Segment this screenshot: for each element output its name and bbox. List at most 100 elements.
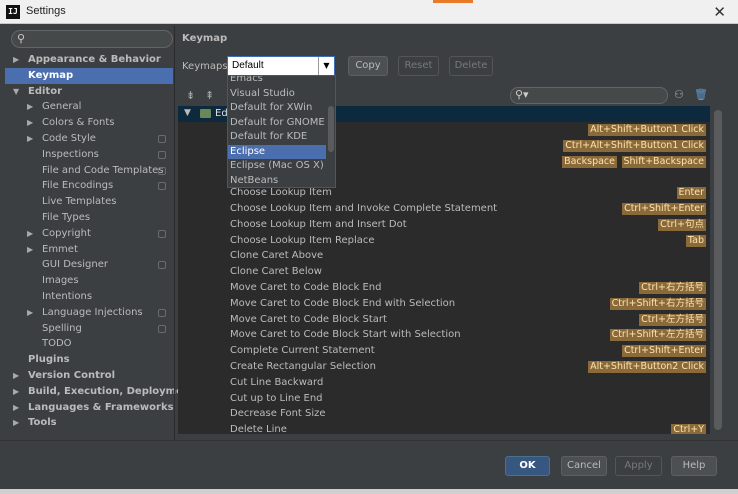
copy-button[interactable]: Copy [348,56,388,76]
window-bottom-edge [0,489,738,494]
keymap-option[interactable]: Default for KDE [228,130,326,145]
action-row[interactable]: Complete Current Statement Ctrl+Shift+Ent… [178,343,710,359]
reset-button[interactable]: Reset [398,56,439,76]
keymaps-combo[interactable]: Default ▼ [227,56,335,76]
sidebar-item[interactable]: Images [5,273,173,289]
project-scope-icon [158,308,166,317]
shortcut-badge: Shift+Backspace [621,155,706,168]
sidebar-item[interactable]: ▶ Colors & Fonts [5,115,173,131]
keymap-option[interactable]: Eclipse [228,144,326,159]
collapse-all-icon[interactable]: ⇞ [205,89,214,102]
sidebar-item[interactable]: ▶ Appearance & Behavior [5,52,173,68]
chevron-right-icon[interactable]: ▶ [27,131,37,147]
shortcut-badge: Ctrl+Shift+左方括号 [609,329,706,342]
action-row[interactable]: Cut Line Backward [178,375,710,391]
sidebar-item-label: Languages & Frameworks [28,401,174,413]
action-filter-input[interactable]: ⚲▾ [510,87,668,104]
actions-scrollbar-thumb[interactable] [714,110,722,430]
chevron-right-icon[interactable]: ▶ [27,115,37,131]
sidebar-item[interactable]: ▶ Languages & Frameworks [5,400,174,416]
chevron-right-icon[interactable]: ▶ [13,415,23,431]
action-row[interactable]: Cut up to Line End [178,391,710,407]
sidebar-item[interactable]: ▶ Emmet [5,242,173,258]
sidebar-item[interactable]: ▶ Copyright [5,226,173,242]
expand-all-icon[interactable]: ⇟ [186,89,195,102]
action-label: Delete Line [230,424,287,434]
search-icon: ⚲ [17,32,26,45]
shortcut-badge: Ctrl+Alt+Shift+Button1 Click [563,139,706,152]
chevron-right-icon[interactable]: ▶ [13,368,23,384]
sidebar-item[interactable]: ▶ Version Control [5,368,173,384]
shortcut-badge: Tab [685,234,706,247]
help-button[interactable]: Help [671,456,717,476]
action-row[interactable]: Choose Lookup Item and Invoke Complete S… [178,201,710,217]
sidebar-item[interactable]: TODO [5,336,173,352]
sidebar-item[interactable]: ▼ Editor [5,84,173,100]
trash-icon[interactable]: 🗑 [694,88,708,101]
intellij-app-icon: IJ [6,5,20,19]
sidebar-item[interactable]: ▶ Tools [5,415,173,431]
action-row[interactable]: Choose Lookup Item Replace Tab [178,233,710,249]
sidebar-item-label: Editor [28,85,62,97]
action-row[interactable]: Clone Caret Above [178,248,710,264]
action-row[interactable]: Choose Lookup Item and Insert Dot Ctrl+句点 [178,217,710,233]
chevron-right-icon[interactable]: ▶ [27,99,37,115]
action-row[interactable]: Decrease Font Size [178,406,710,422]
sidebar-item[interactable]: Spelling [5,321,173,337]
chevron-down-icon[interactable]: ▼ [184,108,191,118]
action-row[interactable]: Delete Line Ctrl+Y [178,422,710,434]
title-bar: IJ Settings ✕ [0,0,738,24]
sidebar-item[interactable]: Intentions [5,289,173,305]
chevron-right-icon[interactable]: ▶ [13,384,23,400]
shortcut-badge: Ctrl+左方括号 [639,313,706,326]
keymap-option[interactable]: Eclipse (Mac OS X) [228,159,326,174]
chevron-right-icon[interactable]: ▶ [13,52,23,68]
chevron-right-icon[interactable]: ▶ [27,242,37,258]
action-row[interactable]: Move Caret to Code Block Start with Sele… [178,327,710,343]
action-row[interactable]: Move Caret to Code Block End Ctrl+右方括号 [178,280,710,296]
keymap-option[interactable]: NetBeans [228,174,326,188]
chevron-right-icon[interactable]: ▶ [13,400,23,416]
sidebar-item[interactable]: GUI Designer [5,257,173,273]
find-shortcut-icon[interactable]: ⚇ [674,88,684,101]
action-label: Move Caret to Code Block Start with Sele… [230,329,461,341]
sidebar-item[interactable]: ▶ General [5,99,173,115]
sidebar-item[interactable]: Keymap [5,67,173,84]
chevron-down-icon[interactable]: ▼ [13,84,23,100]
sidebar-item[interactable]: ▶ Build, Execution, Deployment [5,384,195,400]
chevron-right-icon[interactable]: ▶ [27,226,37,242]
sidebar-item[interactable]: Live Templates [5,194,173,210]
chevron-right-icon[interactable]: ▶ [27,305,37,321]
sidebar-item[interactable]: ▶ Language Injections [5,305,173,321]
keymap-option[interactable]: Default for GNOME [228,116,326,131]
cancel-button[interactable]: Cancel [561,456,607,476]
chevron-down-icon[interactable]: ▼ [318,57,334,75]
sidebar-item-label: TODO [42,338,72,350]
window-title: Settings [26,5,66,17]
close-window-button[interactable]: ✕ [713,3,726,21]
keymap-option[interactable]: Default for XWin [228,101,326,116]
settings-search-input[interactable]: ⚲ [11,30,173,48]
popup-scrollbar-thumb[interactable] [328,106,334,152]
sidebar-item[interactable]: File and Code Templates [5,163,173,179]
delete-button[interactable]: Delete [449,56,493,76]
page-title: Keymap [182,33,228,44]
action-row[interactable]: Move Caret to Code Block Start Ctrl+左方括号 [178,312,710,328]
apply-button[interactable]: Apply [615,456,662,476]
ok-button[interactable]: OK [505,456,550,476]
sidebar-item[interactable]: ▶ Code Style [5,131,173,147]
keymap-option[interactable]: Visual Studio [228,87,326,102]
shortcut-badge: Alt+Shift+Button1 Click [588,124,706,136]
sidebar-item[interactable]: Inspections [5,147,173,163]
action-label: Choose Lookup Item and Invoke Complete S… [230,203,498,214]
action-row[interactable]: Move Caret to Code Block End with Select… [178,296,710,312]
project-scope-icon [158,166,166,175]
keymap-option[interactable]: Emacs [228,76,326,87]
project-scope-icon [158,182,166,191]
action-row[interactable]: Clone Caret Below [178,264,710,280]
settings-sidebar: ⚲ ▶ Appearance & Behavior Keymap ▼ Editor ▶ Ge… [5,26,195,440]
sidebar-item[interactable]: File Encodings [5,178,173,194]
action-row[interactable]: Create Rectangular Selection Alt+Shift+Bu… [178,359,710,375]
sidebar-item[interactable]: File Types [5,210,173,226]
sidebar-item[interactable]: Plugins [5,352,173,368]
